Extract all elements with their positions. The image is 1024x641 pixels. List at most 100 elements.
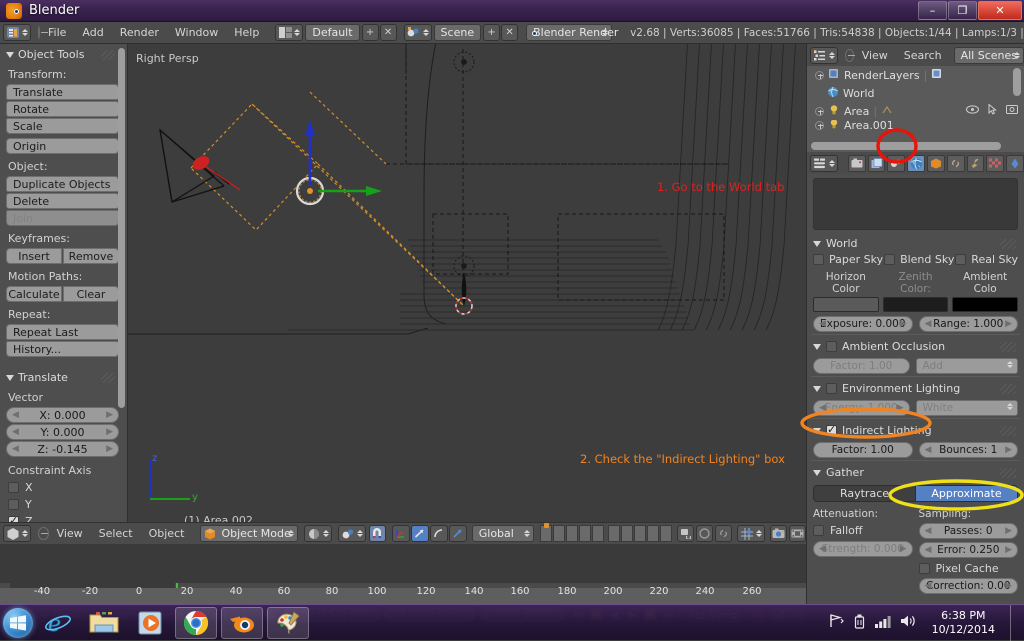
3d-view-type-spinner[interactable] [22, 530, 28, 537]
translate-panel-header[interactable]: Translate [0, 367, 127, 388]
pixel-cache-toggle[interactable]: Pixel Cache [918, 562, 1019, 575]
join-button[interactable]: Join [6, 210, 119, 226]
falloff-toggle[interactable]: Falloff [813, 524, 913, 537]
properties-editor-type-selector[interactable] [810, 154, 838, 172]
decrement-arrow-icon[interactable]: ◀ [12, 410, 19, 420]
removable-media-icon[interactable] [853, 614, 866, 632]
render-image-icon[interactable] [770, 525, 787, 542]
render-current-view-icon[interactable] [696, 525, 713, 542]
viewport-shading-selector[interactable] [303, 525, 332, 542]
constraint-axis-x-checkbox[interactable] [8, 482, 19, 493]
pivot-spinner[interactable] [356, 530, 363, 537]
internet-explorer-icon[interactable]: e [37, 607, 79, 639]
delete-button[interactable]: Delete [6, 193, 119, 209]
env-color-spinner[interactable] [1007, 403, 1013, 410]
outliner-row-world[interactable]: World [807, 84, 1024, 102]
expand-icon[interactable] [815, 120, 824, 130]
manipulator-toggle-icon[interactable] [448, 525, 467, 542]
outliner-row-renderlayers[interactable]: RenderLayers | [807, 66, 1024, 84]
timeline-playhead[interactable] [176, 583, 178, 588]
outliner-editor-type-selector[interactable] [810, 46, 838, 64]
taskbar-clock[interactable]: 6:38 PM 10/12/2014 [926, 609, 1001, 637]
delete-scene-button[interactable]: ✕ [501, 24, 519, 41]
outliner-display-mode[interactable]: All Scenes [953, 46, 1024, 64]
select-menu[interactable]: Select [91, 527, 141, 540]
modifiers-tab[interactable] [966, 154, 985, 172]
vector-z-field[interactable]: ◀ Z: -0.145 ▶ [6, 441, 119, 457]
info-editor-type-spinner[interactable] [22, 29, 28, 36]
decrement-arrow-icon[interactable]: ◀ [819, 319, 826, 329]
increment-arrow-icon[interactable]: ▶ [897, 403, 904, 413]
strength-field[interactable]: ◀ Strength: 0.000 ▶ [813, 541, 913, 557]
world-panel-header[interactable]: World [807, 234, 1024, 253]
increment-arrow-icon[interactable]: ▶ [1005, 581, 1012, 591]
rotate-manipulator-icon[interactable] [410, 525, 429, 542]
outliner-row-area001[interactable]: Area.001 [807, 120, 1024, 130]
object-tools-panel-header[interactable]: Object Tools [0, 44, 127, 65]
windows-start-orb-icon[interactable] [3, 607, 33, 638]
orientation-spinner[interactable] [524, 530, 530, 537]
decrement-arrow-icon[interactable]: ◀ [12, 444, 19, 454]
outliner-horizontal-scrollbar[interactable] [811, 142, 1001, 150]
ambient-occlusion-checkbox[interactable] [826, 341, 837, 352]
maximize-button[interactable]: ❐ [948, 1, 977, 20]
range-field[interactable]: ◀ Range: 1.000 ▶ [918, 316, 1018, 332]
env-energy-field[interactable]: ◀ Energy: 1.000 ▶ [813, 400, 910, 416]
screen-layout-spinner[interactable] [294, 29, 301, 36]
minimize-button[interactable]: – [918, 1, 947, 20]
gather-approximate-button[interactable]: Approximate [916, 485, 1018, 502]
indirect-lighting-panel-header[interactable]: Indirect Lighting [807, 421, 1024, 440]
rotate-button[interactable]: Rotate [6, 101, 119, 117]
link-icon[interactable] [715, 525, 732, 542]
outliner-type-spinner[interactable] [829, 51, 835, 59]
repeat-last-button[interactable]: Repeat Last [6, 324, 119, 340]
constraints-tab[interactable] [946, 154, 965, 172]
render-animation-icon[interactable] [789, 525, 806, 542]
indirect-lighting-checkbox[interactable] [826, 423, 837, 436]
add-screen-button[interactable]: + [361, 24, 379, 41]
pivot-point-selector[interactable] [337, 525, 366, 542]
screen-layout-icon-button[interactable] [275, 24, 304, 41]
increment-arrow-icon[interactable]: ▶ [106, 410, 113, 420]
paint-icon[interactable] [267, 606, 309, 639]
remove-keyframe-button[interactable]: Remove [63, 248, 119, 264]
show-desktop-button[interactable] [1010, 604, 1020, 641]
add-scene-button[interactable]: + [483, 24, 501, 41]
expand-icon[interactable] [815, 106, 824, 116]
increment-arrow-icon[interactable]: ▶ [1005, 526, 1012, 536]
view-menu[interactable]: View [49, 527, 91, 540]
collapse-menus-button[interactable] [38, 26, 48, 39]
environment-lighting-checkbox[interactable] [826, 383, 837, 394]
environment-lighting-panel-header[interactable]: Environment Lighting [807, 379, 1024, 398]
scene-tab[interactable] [887, 154, 906, 172]
shading-spinner[interactable] [322, 530, 329, 537]
outliner-search-menu[interactable]: Search [896, 49, 950, 62]
info-editor-type-selector[interactable] [3, 24, 31, 41]
correction-field[interactable]: ◀ Correction: 0.00 ▶ [918, 578, 1018, 594]
gather-raytrace-button[interactable]: Raytrace [813, 485, 916, 502]
translate-manipulator-icon[interactable] [391, 525, 410, 542]
scale-button[interactable]: Scale [6, 118, 119, 134]
constraint-axis-x-row[interactable]: X [0, 479, 127, 496]
vector-y-field[interactable]: ◀ Y: 0.000 ▶ [6, 424, 119, 440]
close-button[interactable]: ✕ [978, 1, 1022, 20]
constraint-axis-y-checkbox[interactable] [8, 499, 19, 510]
menu-window[interactable]: Window [167, 26, 226, 39]
indirect-factor-field[interactable]: Factor: 1.00 [813, 442, 913, 458]
history-button[interactable]: History... [6, 341, 119, 357]
eye-icon[interactable] [966, 104, 979, 118]
windows-media-player-icon[interactable] [129, 607, 171, 639]
increment-arrow-icon[interactable]: ▶ [1005, 319, 1012, 329]
increment-arrow-icon[interactable]: ▶ [106, 427, 113, 437]
increment-arrow-icon[interactable]: ▶ [1005, 545, 1012, 555]
indirect-bounces-field[interactable]: ◀ Bounces: 1 ▶ [918, 442, 1018, 458]
transform-orientation-selector[interactable]: Global [471, 525, 534, 542]
display-mode-spinner[interactable] [1014, 51, 1020, 59]
collapse-3dview-menus-button[interactable] [38, 527, 49, 540]
decrement-arrow-icon[interactable]: ◀ [925, 319, 932, 329]
interaction-mode-selector[interactable]: Object Mode [200, 525, 298, 542]
vector-x-field[interactable]: ◀ X: 0.000 ▶ [6, 407, 119, 423]
increment-arrow-icon[interactable]: ▶ [900, 319, 907, 329]
delete-screen-button[interactable]: ✕ [379, 24, 397, 41]
render-engine-spinner[interactable] [602, 29, 609, 36]
